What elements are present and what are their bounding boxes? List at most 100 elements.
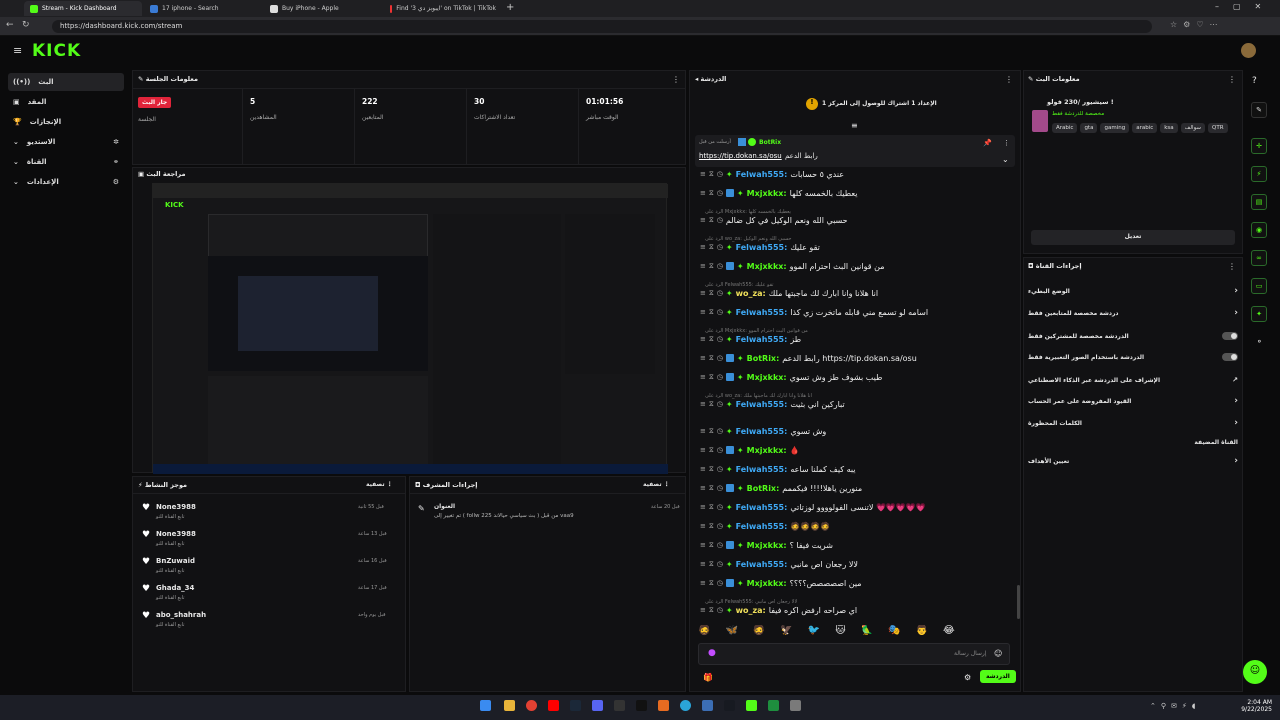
mic-icon[interactable]: ●: [708, 648, 716, 658]
pin-icon[interactable]: ≡: [700, 189, 706, 197]
preview-video[interactable]: KICK: [152, 183, 668, 474]
toggle-switch[interactable]: [1222, 332, 1238, 340]
avatar[interactable]: [1241, 43, 1256, 58]
clock-icon[interactable]: ◷: [717, 446, 723, 454]
emoji-icon[interactable]: ☺: [994, 649, 1002, 658]
filter-icon[interactable]: ≡: [851, 121, 858, 130]
pin-icon[interactable]: ≡: [700, 503, 706, 511]
clock-icon[interactable]: ◷: [717, 354, 723, 362]
tab-iphone-search[interactable]: 17 iphone - Search: [144, 1, 262, 16]
chevron-right-icon[interactable]: ›: [1234, 396, 1238, 406]
settings-icon[interactable]: [790, 700, 801, 711]
activity-username[interactable]: abo_shahrah: [156, 611, 206, 619]
activity-filter-button[interactable]: تصفية ⋮: [366, 481, 393, 488]
pin-icon[interactable]: ≡: [700, 354, 706, 362]
kebab-menu-icon[interactable]: ⋮: [672, 75, 680, 84]
gear-icon[interactable]: ⚙: [964, 673, 971, 682]
app-icon[interactable]: [614, 700, 625, 711]
channel-action-row[interactable]: الوضع البطيء ›: [1028, 285, 1238, 297]
delete-icon[interactable]: ⧖: [709, 579, 714, 588]
clock-icon[interactable]: ◷: [717, 465, 723, 473]
pin-icon[interactable]: ≡: [700, 243, 706, 251]
clock-icon[interactable]: ◷: [717, 170, 723, 178]
chat-username[interactable]: Felwah555:: [736, 522, 788, 531]
clock-icon[interactable]: ◷: [717, 579, 723, 587]
pin-icon[interactable]: ≡: [700, 400, 706, 408]
delete-icon[interactable]: ⧖: [709, 289, 714, 298]
delete-icon[interactable]: ⧖: [709, 373, 714, 382]
kebab-menu-icon[interactable]: ⋮: [1003, 139, 1010, 147]
chat-username[interactable]: Mxjxkkx:: [747, 541, 787, 550]
pin-icon[interactable]: 📌: [983, 139, 992, 147]
chat-username[interactable]: Felwah555:: [736, 560, 788, 569]
delete-icon[interactable]: ⧖: [709, 446, 714, 455]
chevron-right-icon[interactable]: ›: [1234, 418, 1238, 428]
chrome-icon[interactable]: [526, 700, 537, 711]
monitor-icon[interactable]: ▭: [1251, 278, 1267, 294]
chat-username[interactable]: Felwah555:: [736, 427, 788, 436]
taskbar-clock[interactable]: 2:04 AM 9/22/2025: [1240, 699, 1272, 713]
pin-icon[interactable]: ≡: [700, 289, 706, 297]
activity-username[interactable]: Ghada_34: [156, 584, 194, 592]
chat-username[interactable]: Felwah555:: [736, 170, 788, 179]
delete-icon[interactable]: ⧖: [709, 606, 714, 615]
delete-icon[interactable]: ⧖: [709, 354, 714, 363]
pin-icon[interactable]: ≡: [700, 262, 706, 270]
channel-action-row[interactable]: الإشراف على الدردشة عبر الذكاء الاصطناعي…: [1028, 374, 1238, 386]
pin-icon[interactable]: ≡: [700, 335, 706, 343]
app-icon[interactable]: [702, 700, 713, 711]
kick-icon[interactable]: [746, 700, 757, 711]
chat-username[interactable]: BotRix:: [747, 354, 780, 363]
discord-icon[interactable]: [592, 700, 603, 711]
windows-start-icon[interactable]: [480, 700, 491, 711]
delete-icon[interactable]: ⧖: [709, 216, 714, 225]
steam-icon[interactable]: [570, 700, 581, 711]
chat-username[interactable]: Mxjxkkx:: [747, 373, 787, 382]
window-controls-icon[interactable]: –▢✕: [1215, 2, 1275, 11]
chat-username[interactable]: Mxjxkkx:: [747, 189, 787, 198]
chat-username[interactable]: Felwah555:: [736, 400, 788, 409]
pin-icon[interactable]: ≡: [700, 606, 706, 614]
delete-icon[interactable]: ⧖: [709, 465, 714, 474]
youtube-icon[interactable]: [548, 700, 559, 711]
clock-icon[interactable]: ◷: [717, 189, 723, 197]
pin-icon[interactable]: ≡: [700, 446, 706, 454]
delete-icon[interactable]: ⧖: [709, 243, 714, 252]
kebab-menu-icon[interactable]: ⋮: [1228, 262, 1236, 271]
activity-username[interactable]: None3988: [156, 503, 196, 511]
tab-kick-dashboard[interactable]: Stream - Kick Dashboard: [24, 1, 142, 16]
link-icon[interactable]: ∞: [1251, 250, 1267, 266]
delete-icon[interactable]: ⧖: [709, 262, 714, 271]
pin-icon[interactable]: ≡: [700, 484, 706, 492]
pin-icon[interactable]: ≡: [700, 427, 706, 435]
tab-buy-iphone[interactable]: Buy iPhone - Apple: [264, 1, 382, 16]
nav-item-settings[interactable]: ⌄ الإعدادات ⚙: [8, 173, 124, 191]
delete-icon[interactable]: ⧖: [709, 503, 714, 512]
channel-action-row[interactable]: القيود المفروضة على عمر الحساب ›: [1028, 395, 1238, 407]
pencil-icon[interactable]: ✎: [1251, 102, 1267, 118]
share-icon[interactable]: ⚬: [1256, 337, 1263, 346]
external-link-icon[interactable]: ↗: [1232, 376, 1238, 384]
chevron-right-icon[interactable]: ›: [1234, 286, 1238, 296]
nav-item-achievements[interactable]: 🏆 الإنجازات: [8, 113, 124, 131]
nav-item-vod[interactable]: ▣ المقد: [8, 93, 124, 111]
clock-icon[interactable]: ◷: [717, 289, 723, 297]
chat-username[interactable]: Mxjxkkx:: [747, 579, 787, 588]
nav-item-stream[interactable]: ((•)) البث: [8, 73, 124, 91]
document-icon[interactable]: ▤: [1251, 194, 1267, 210]
delete-icon[interactable]: ⧖: [709, 400, 714, 409]
delete-icon[interactable]: ⧖: [709, 308, 714, 317]
app-icon[interactable]: [768, 700, 779, 711]
clock-icon[interactable]: ◷: [717, 484, 723, 492]
nav-item-channel[interactable]: ⌄ القناة ⚭: [8, 153, 124, 171]
pin-icon[interactable]: ≡: [700, 373, 706, 381]
edge-icon[interactable]: [680, 700, 691, 711]
clock-icon[interactable]: ◷: [717, 262, 723, 270]
nav-item-studio[interactable]: ⌄ الاستديو ✲: [8, 133, 124, 151]
emote-bar[interactable]: 🧔🦋🧔🦅🐦🐱🦜🎭👨😂: [698, 625, 1010, 639]
channel-action-row[interactable]: تعيين الأهداف ›: [1028, 455, 1238, 467]
clock-icon[interactable]: ◷: [717, 503, 723, 511]
delete-icon[interactable]: ⧖: [709, 170, 714, 179]
tab-tiktok[interactable]: Find '3 ايبوبز دي' on TikTok | TikTok: [384, 1, 502, 16]
browser-toolbar-icon[interactable]: ☆⚙♡⋯: [1170, 20, 1224, 29]
